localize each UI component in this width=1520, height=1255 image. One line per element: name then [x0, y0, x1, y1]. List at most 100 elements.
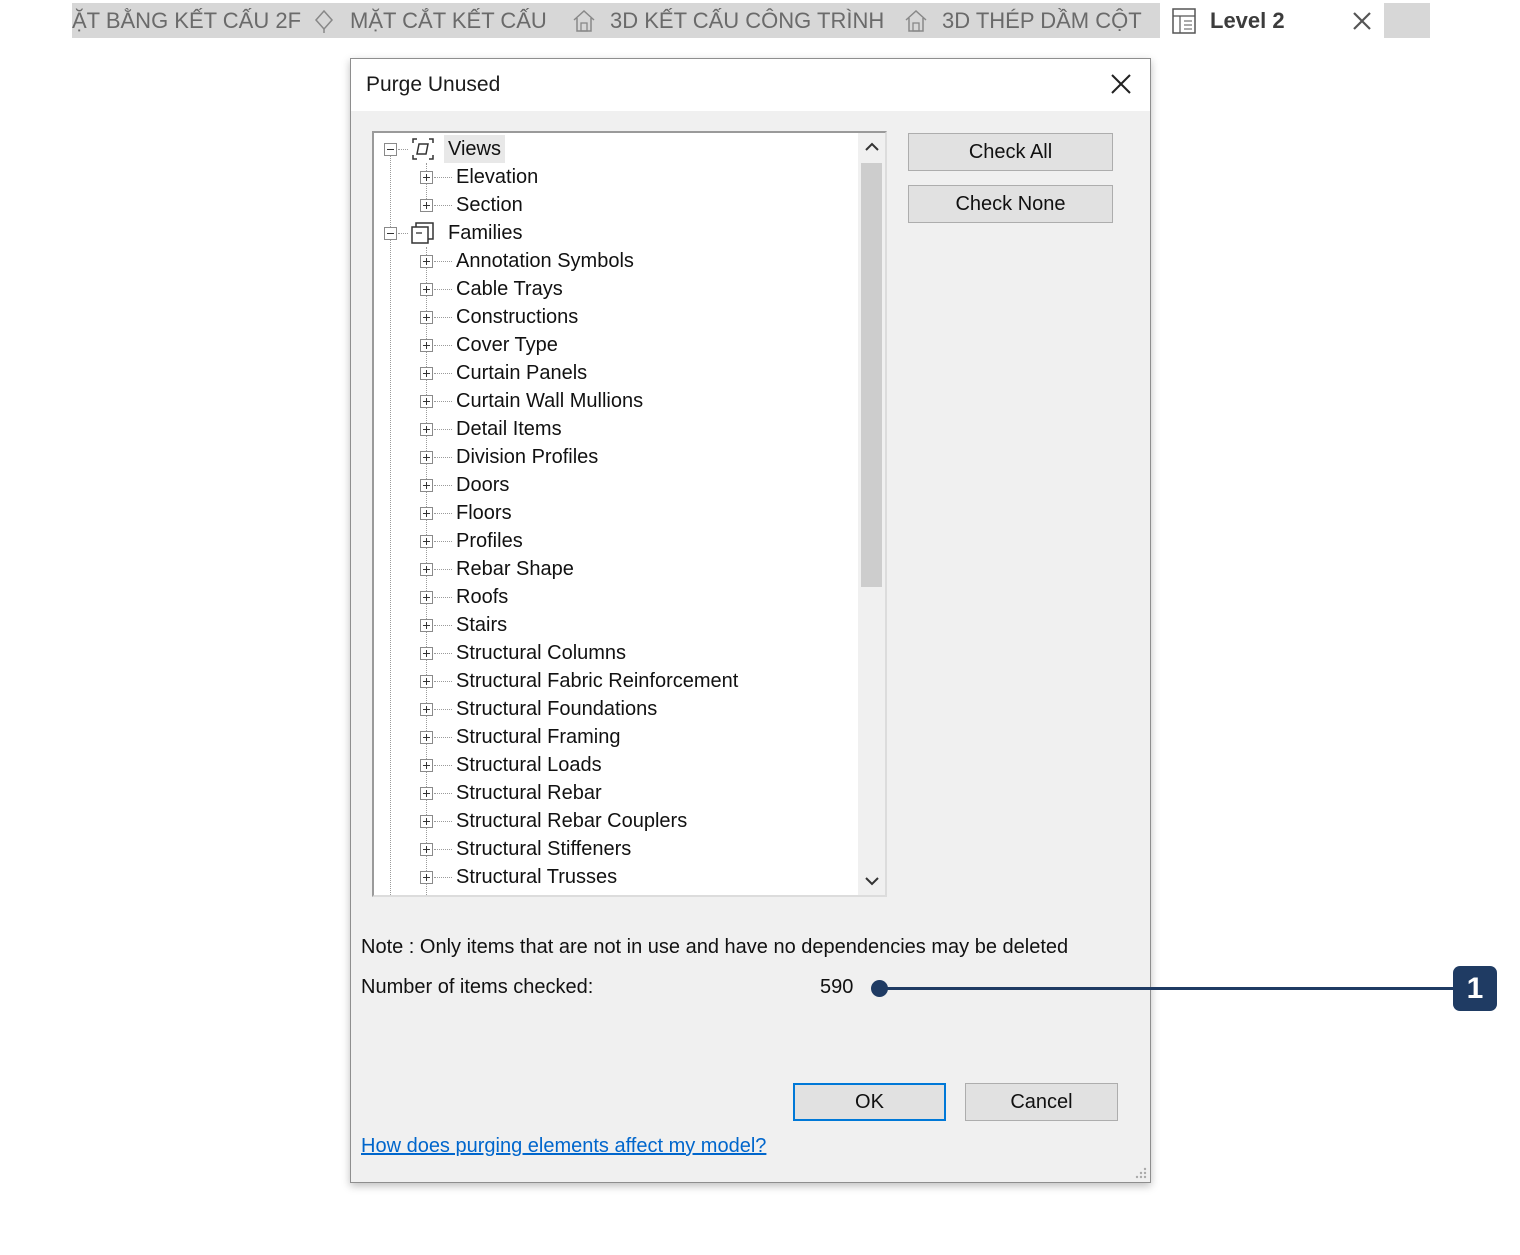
tree-connector: [434, 541, 452, 542]
tree-node-family-category[interactable]: Structural Loads: [374, 751, 858, 779]
tree-connector: [434, 373, 452, 374]
ok-button[interactable]: OK: [793, 1083, 946, 1121]
tree-node-label: Floors: [456, 502, 512, 524]
expand-icon[interactable]: [420, 423, 433, 436]
expand-icon[interactable]: [420, 479, 433, 492]
expand-icon[interactable]: [420, 619, 433, 632]
close-icon[interactable]: [1106, 69, 1136, 99]
help-link[interactable]: How does purging elements affect my mode…: [361, 1135, 766, 1158]
views-icon: [410, 137, 436, 161]
tree-node-family-category[interactable]: Annotation Symbols: [374, 247, 858, 275]
tree-connector: [434, 877, 452, 878]
expand-icon[interactable]: [420, 367, 433, 380]
expand-icon[interactable]: [420, 703, 433, 716]
collapse-icon[interactable]: [384, 143, 397, 156]
collapse-icon[interactable]: [384, 227, 397, 240]
expand-icon[interactable]: [420, 171, 433, 184]
purge-tree-view[interactable]: Views Elevation Section Families Annotat…: [372, 131, 887, 897]
tab-mat-cat-ket-cau[interactable]: MẶT CẮT KẾT CẤU: [310, 3, 547, 38]
expand-icon[interactable]: [420, 675, 433, 688]
expand-icon[interactable]: [420, 255, 433, 268]
tree-node-family-category[interactable]: Rebar Shape: [374, 555, 858, 583]
tree-node-family-category[interactable]: Structural Trusses: [374, 863, 858, 891]
tree-node-label: Structural Framing: [456, 726, 621, 748]
expand-icon[interactable]: [420, 843, 433, 856]
tree-node-family-category[interactable]: Stairs: [374, 611, 858, 639]
expand-icon[interactable]: [420, 451, 433, 464]
tree-node-family-category[interactable]: Detail Items: [374, 415, 858, 443]
tree-node-family-category[interactable]: Roofs: [374, 583, 858, 611]
close-tab-icon[interactable]: [1340, 3, 1384, 38]
tree-node-family-category[interactable]: Cable Trays: [374, 275, 858, 303]
scroll-up-icon[interactable]: [858, 133, 885, 161]
tab-3d-ket-cau-cong-trinh[interactable]: 3D KẾT CẤU CÔNG TRÌNH: [570, 3, 884, 38]
tree-node-label: Structural Rebar: [456, 782, 602, 804]
tree-connector: [434, 737, 452, 738]
tree-node-elevation[interactable]: Elevation: [374, 163, 858, 191]
tree-node-label: Structural Fabric Reinforcement: [456, 670, 739, 692]
tree-node-family-category[interactable]: Structural Stiffeners: [374, 835, 858, 863]
tree-connector: [434, 653, 452, 654]
expand-icon[interactable]: [420, 731, 433, 744]
tree-connector: [398, 149, 408, 150]
tree-node-family-category[interactable]: Structural Foundations: [374, 695, 858, 723]
tree-node-family-category[interactable]: Constructions: [374, 303, 858, 331]
tree-node-family-category[interactable]: Structural Columns: [374, 639, 858, 667]
check-all-button[interactable]: Check All: [908, 133, 1113, 171]
3d-house-icon: [902, 7, 930, 35]
tree-node-family-category[interactable]: Curtain Wall Mullions: [374, 387, 858, 415]
items-checked-label: Number of items checked:: [361, 976, 594, 998]
tree-node-label: Doors: [456, 474, 510, 496]
expand-icon[interactable]: [420, 871, 433, 884]
expand-icon[interactable]: [420, 339, 433, 352]
tree-connector: [434, 625, 452, 626]
cancel-button[interactable]: Cancel: [965, 1083, 1118, 1121]
expand-icon[interactable]: [420, 591, 433, 604]
check-none-button[interactable]: Check None: [908, 185, 1113, 223]
expand-icon[interactable]: [420, 759, 433, 772]
tab-3d-thep-dam-cot[interactable]: 3D THÉP DẦM CỘT: [902, 3, 1142, 38]
tree-node-families[interactable]: Families: [374, 219, 858, 247]
floor-plan-icon: [1170, 7, 1198, 35]
tab-mat-bang-ket-cau-2f[interactable]: ẶT BẰNG KẾT CẤU 2F: [72, 3, 301, 38]
tree-node-family-category[interactable]: Division Profiles: [374, 443, 858, 471]
tree-node-family-category[interactable]: Cover Type: [374, 331, 858, 359]
resize-grip-icon[interactable]: [1133, 1165, 1147, 1179]
tree-connector: [434, 289, 452, 290]
expand-icon[interactable]: [420, 563, 433, 576]
tree-connector: [434, 569, 452, 570]
tree-node-family-category[interactable]: Structural Rebar: [374, 779, 858, 807]
expand-icon[interactable]: [420, 535, 433, 548]
tree-node-family-category[interactable]: Walls: [374, 891, 858, 895]
tree-node-family-category[interactable]: Floors: [374, 499, 858, 527]
scrollbar-thumb[interactable]: [861, 163, 882, 587]
section-view-icon: [310, 7, 338, 35]
expand-icon[interactable]: [420, 787, 433, 800]
tree-node-family-category[interactable]: Structural Rebar Couplers: [374, 807, 858, 835]
tree-node-views[interactable]: Views: [374, 135, 858, 163]
tree-node-section[interactable]: Section: [374, 191, 858, 219]
expand-icon[interactable]: [420, 311, 433, 324]
tab-label: ẶT BẰNG KẾT CẤU 2F: [72, 7, 302, 33]
tree-node-family-category[interactable]: Curtain Panels: [374, 359, 858, 387]
tree-scrollbar[interactable]: [858, 133, 885, 895]
expand-icon[interactable]: [420, 815, 433, 828]
tree-node-family-category[interactable]: Doors: [374, 471, 858, 499]
tree-node-family-category[interactable]: Structural Fabric Reinforcement: [374, 667, 858, 695]
tree-node-family-category[interactable]: Profiles: [374, 527, 858, 555]
scroll-down-icon[interactable]: [858, 867, 885, 895]
tree-node-label: Cover Type: [456, 334, 558, 356]
tree-connector: [434, 345, 452, 346]
view-tab-bar: ẶT BẰNG KẾT CẤU 2F MẶT CẮT KẾT CẤU 3D KẾ…: [72, 3, 1430, 38]
tree-node-label: Profiles: [456, 530, 523, 552]
expand-icon[interactable]: [420, 199, 433, 212]
tree-connector: [434, 429, 452, 430]
tree-node-family-category[interactable]: Structural Framing: [374, 723, 858, 751]
expand-icon[interactable]: [420, 395, 433, 408]
tree-node-label: Stairs: [456, 614, 508, 636]
expand-icon[interactable]: [420, 283, 433, 296]
tree-connector: [434, 401, 452, 402]
tree-node-label: Structural Loads: [456, 754, 602, 776]
expand-icon[interactable]: [420, 507, 433, 520]
expand-icon[interactable]: [420, 647, 433, 660]
